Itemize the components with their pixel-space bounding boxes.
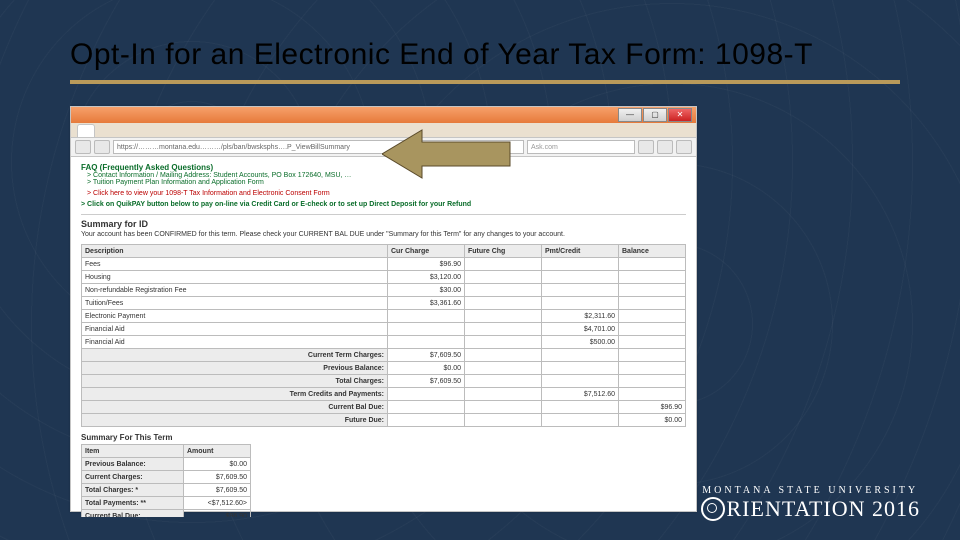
table-row: Non-refundable Registration Fee$30.00 — [82, 284, 686, 297]
brand-footer: MONTANA STATE UNIVERSITY RIENTATION 2016 — [701, 485, 921, 522]
table-row: Total Payments: **<$7,512.60> — [82, 497, 251, 510]
brand-o-icon — [701, 497, 725, 521]
table-row: Current Bal Due:$96.90 — [82, 510, 251, 518]
faq-heading: FAQ (Frequently Asked Questions) — [81, 163, 686, 172]
window-close-button[interactable]: ✕ — [668, 108, 692, 122]
summary-heading: Summary for ID — [81, 219, 686, 229]
home-icon[interactable] — [638, 140, 654, 154]
table-row: Tuition/Fees$3,361.60 — [82, 297, 686, 310]
col-future-chg: Future Chg — [465, 245, 542, 258]
table-row: Financial Aid$500.00 — [82, 336, 686, 349]
table-row: Previous Balance:$0.00 — [82, 362, 686, 375]
browser-tab[interactable] — [77, 124, 95, 137]
table-row: Financial Aid$4,701.00 — [82, 323, 686, 336]
slide-title: Opt-In for an Electronic End of Year Tax… — [70, 38, 900, 84]
divider — [81, 214, 686, 215]
table-row: Total Charges:$7,609.50 — [82, 375, 686, 388]
table-row: Housing$3,120.00 — [82, 271, 686, 284]
col-pmt-credit: Pmt/Credit — [542, 245, 619, 258]
table-row: Current Term Charges:$7,609.50 — [82, 349, 686, 362]
faq-payment-plan-line[interactable]: > Tuition Payment Plan Information and A… — [87, 179, 686, 186]
forward-button[interactable] — [94, 140, 110, 154]
table-row: Fees$96.90 — [82, 258, 686, 271]
search-field[interactable]: Ask.com — [527, 140, 635, 154]
window-maximize-button[interactable]: ▢ — [643, 108, 667, 122]
confirmed-message: Your account has been CONFIRMED for this… — [81, 231, 686, 238]
browser-window: — ▢ ✕ https://………montana.edu………/pls/ban/… — [70, 106, 697, 512]
back-button[interactable] — [75, 140, 91, 154]
col-balance: Balance — [619, 245, 686, 258]
table-row: Current Charges:$7,609.50 — [82, 471, 251, 484]
table-row: Current Bal Due:$96.90 — [82, 401, 686, 414]
brand-text: RIENTATION 2016 — [727, 496, 921, 522]
summary-term-table: ItemAmount Previous Balance:$0.00 Curren… — [81, 444, 251, 517]
col-cur-charge: Cur Charge — [388, 245, 465, 258]
table-row: Total Charges: *$7,609.50 — [82, 484, 251, 497]
brand-university: MONTANA STATE UNIVERSITY — [701, 485, 921, 496]
summary-term-heading: Summary For This Term — [81, 433, 686, 442]
table-row: Term Credits and Payments:$7,512.60 — [82, 388, 686, 401]
window-titlebar: — ▢ ✕ — [71, 107, 696, 123]
brand-orientation: RIENTATION 2016 — [701, 496, 921, 522]
link-1098t[interactable]: > Click here to view your 1098-T Tax Inf… — [87, 190, 686, 197]
col-description: Description — [82, 245, 388, 258]
url-toolbar: https://………montana.edu………/pls/ban/bwsksp… — [71, 138, 696, 157]
quikpay-instruction: > Click on QuikPAY button below to pay o… — [81, 201, 686, 208]
url-field[interactable]: https://………montana.edu………/pls/ban/bwsksp… — [113, 140, 524, 154]
table-row: Electronic Payment$2,311.60 — [82, 310, 686, 323]
faq-contact-line[interactable]: > Contact Information / Mailing Address:… — [87, 172, 686, 179]
window-minimize-button[interactable]: — — [618, 108, 642, 122]
tab-bar — [71, 123, 696, 138]
page-content: FAQ (Frequently Asked Questions) > Conta… — [71, 157, 696, 517]
table-row: Future Due:$0.00 — [82, 414, 686, 427]
charges-table: Description Cur Charge Future Chg Pmt/Cr… — [81, 244, 686, 427]
gear-icon[interactable] — [676, 140, 692, 154]
favorites-icon[interactable] — [657, 140, 673, 154]
table-row: Previous Balance:$0.00 — [82, 458, 251, 471]
